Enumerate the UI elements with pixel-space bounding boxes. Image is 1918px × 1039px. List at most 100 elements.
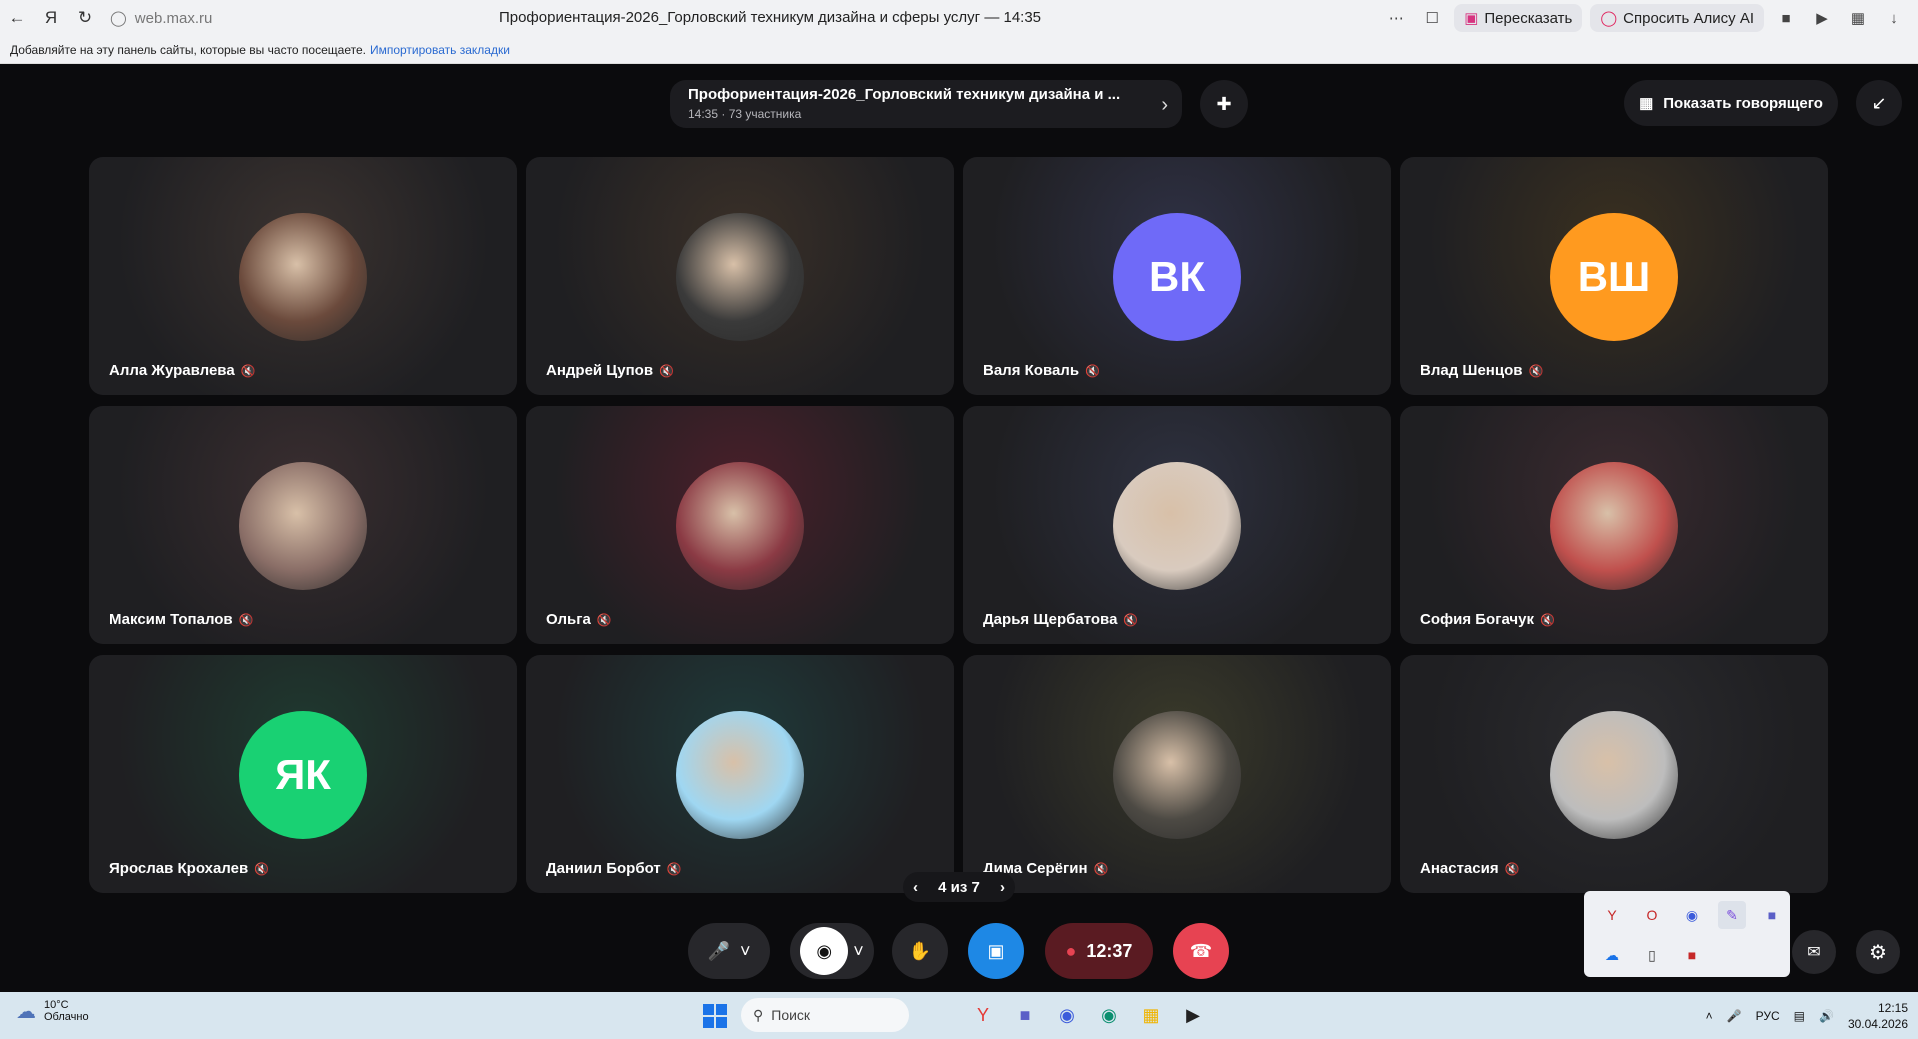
phone-hangup-icon: ☎ [1189, 940, 1213, 961]
muted-mic-icon: 🔇 [1539, 612, 1555, 627]
call-subtitle: 14:35 · 73 участника [688, 107, 802, 121]
microphone-button[interactable]: 🎤 ˅ [688, 923, 770, 979]
participant-name: Алла Журавлева [109, 362, 235, 379]
media-icon[interactable]: ▶ [1808, 4, 1836, 32]
participant-tile[interactable]: Ольга 🔇 [526, 406, 954, 644]
participant-name: Валя Коваль [983, 362, 1080, 379]
participant-tile[interactable]: София Богачук 🔇 [1400, 406, 1828, 644]
record-icon: ● [1065, 940, 1077, 961]
avatar [1550, 462, 1678, 590]
muted-mic-icon: 🔇 [1528, 363, 1544, 378]
network-icon[interactable]: ▤ [1794, 1009, 1805, 1023]
call-info[interactable]: Профориентация-2026_Горловский техникум … [670, 80, 1182, 128]
language-indicator[interactable]: РУС [1756, 1009, 1780, 1023]
prev-page-icon[interactable]: ‹ [913, 879, 918, 896]
pen-icon[interactable]: ✎ [1718, 901, 1746, 929]
download-icon[interactable]: ↓ [1880, 4, 1908, 32]
edge-icon[interactable]: ◉ [1094, 1000, 1124, 1030]
ask-alice-label: Спросить Алису AI [1623, 9, 1754, 27]
yandex-icon[interactable]: Я [34, 0, 68, 36]
record-app-icon[interactable]: ■ [1678, 941, 1706, 969]
participant-name-row: Ольга 🔇 [546, 611, 612, 628]
add-participant-button[interactable]: ✚ [1200, 80, 1248, 128]
participant-tile[interactable]: Даниил Борбот 🔇 [526, 655, 954, 893]
chevron-down-icon[interactable]: ˅ [740, 941, 751, 962]
teams-icon[interactable]: ■ [1010, 1000, 1040, 1030]
bookmark-icon[interactable]: ☐ [1418, 4, 1446, 32]
start-button[interactable] [703, 1004, 727, 1028]
extension-icon[interactable]: ■ [1772, 4, 1800, 32]
search-placeholder: Поиск [771, 1007, 811, 1023]
avatar [1550, 711, 1678, 839]
address-bar[interactable]: ◯ web.max.ru [110, 9, 280, 28]
weather-widget[interactable]: ☁ 10°C Облачно [16, 999, 89, 1024]
bookmark-hint: Добавляйте на эту панель сайты, которые … [10, 42, 366, 57]
show-speaker-label: Показать говорящего [1663, 94, 1823, 112]
onedrive-icon[interactable]: ☁ [1598, 941, 1626, 969]
participant-tile[interactable]: ВК Валя Коваль 🔇 [963, 157, 1391, 395]
page-indicator: 4 из 7 [938, 878, 980, 896]
browser-yandex-icon[interactable]: Y [968, 1000, 998, 1030]
hand-icon: ✋ [908, 940, 932, 961]
participant-name: София Богачук [1420, 611, 1534, 628]
screen-share-button[interactable]: ▣ [968, 923, 1024, 979]
taskbar-search[interactable]: ⚲ Поиск [741, 998, 909, 1032]
hang-up-button[interactable]: ☎ [1173, 923, 1229, 979]
yandex-icon[interactable]: Y [1598, 901, 1626, 929]
show-speaker-button[interactable]: ▦ Показать говорящего [1624, 80, 1838, 126]
participant-name: Ольга [546, 611, 591, 628]
camera-button[interactable]: ◉ ˅ [790, 923, 874, 979]
participant-name-row: Алла Журавлева 🔇 [109, 362, 256, 379]
collapse-icon: ↙ [1871, 92, 1887, 113]
muted-mic-icon: 🔇 [254, 861, 270, 876]
participant-tile[interactable]: Андрей Цупов 🔇 [526, 157, 954, 395]
participant-tile[interactable]: Анастасия 🔇 [1400, 655, 1828, 893]
participant-tile[interactable]: Алла Журавлева 🔇 [89, 157, 517, 395]
teams-icon[interactable]: ■ [1758, 901, 1786, 929]
search-icon: ⚲ [753, 1006, 764, 1023]
opera-icon[interactable]: O [1638, 901, 1666, 929]
avatar [676, 462, 804, 590]
tray-overflow-popup: Y O ◉ ✎ ■ ☁ ▯ ■ [1584, 891, 1790, 977]
participant-name: Дарья Щербатова [983, 611, 1118, 628]
collections-icon[interactable]: ▦ [1844, 4, 1872, 32]
participant-name: Анастасия [1420, 860, 1499, 877]
next-page-icon[interactable]: › [1000, 879, 1005, 896]
participant-tile[interactable]: Дарья Щербатова 🔇 [963, 406, 1391, 644]
import-bookmarks-link[interactable]: Импортировать закладки [370, 43, 510, 57]
participant-name-row: Андрей Цупов 🔇 [546, 362, 674, 379]
muted-mic-icon: 🔇 [666, 861, 682, 876]
more-icon[interactable]: ⋯ [1382, 4, 1410, 32]
chat-button[interactable]: ✉ [1792, 930, 1836, 974]
avatar: ВШ [1550, 213, 1678, 341]
camera-app-icon[interactable]: ◉ [1052, 1000, 1082, 1030]
avatar-initials: ВШ [1577, 253, 1651, 300]
camera-app-icon[interactable]: ◉ [1678, 901, 1706, 929]
participant-name-row: Влад Шенцов 🔇 [1420, 362, 1543, 379]
avatar [1113, 711, 1241, 839]
chevron-down-icon[interactable]: ˅ [853, 941, 864, 962]
participant-tile[interactable]: ВШ Влад Шенцов 🔇 [1400, 157, 1828, 395]
weather-desc: Облачно [44, 1011, 89, 1023]
participant-tile[interactable]: Дима Серёгин 🔇 [963, 655, 1391, 893]
participant-name-row: Валя Коваль 🔇 [983, 362, 1100, 379]
back-icon[interactable]: ← [0, 0, 34, 36]
reload-icon[interactable]: ↻ [68, 0, 102, 36]
participant-tile[interactable]: Максим Топалов 🔇 [89, 406, 517, 644]
clock[interactable]: 12:15 30.04.2026 [1848, 1000, 1908, 1032]
usb-icon[interactable]: ▯ [1638, 941, 1666, 969]
microphone-icon[interactable]: 🎤 [1727, 1009, 1742, 1023]
file-explorer-icon[interactable]: ▦ [1136, 1000, 1166, 1030]
chevron-up-icon[interactable]: ˄ [1706, 1009, 1713, 1023]
raise-hand-button[interactable]: ✋ [892, 923, 948, 979]
participant-name: Андрей Цупов [546, 362, 654, 379]
recording-timer[interactable]: ● 12:37 [1045, 923, 1153, 979]
participant-tile[interactable]: ЯК Ярослав Крохалев 🔇 [89, 655, 517, 893]
muted-mic-icon: 🔇 [1093, 861, 1109, 876]
ask-alice-button[interactable]: ◯ Спросить Алису AI [1590, 4, 1764, 32]
retell-button[interactable]: ▣ Пересказать [1454, 4, 1583, 32]
settings-button[interactable]: ⚙ [1856, 930, 1900, 974]
collapse-button[interactable]: ↙ [1856, 80, 1902, 126]
volume-icon[interactable]: 🔊 [1819, 1009, 1834, 1023]
media-player-icon[interactable]: ▶ [1178, 1000, 1208, 1030]
